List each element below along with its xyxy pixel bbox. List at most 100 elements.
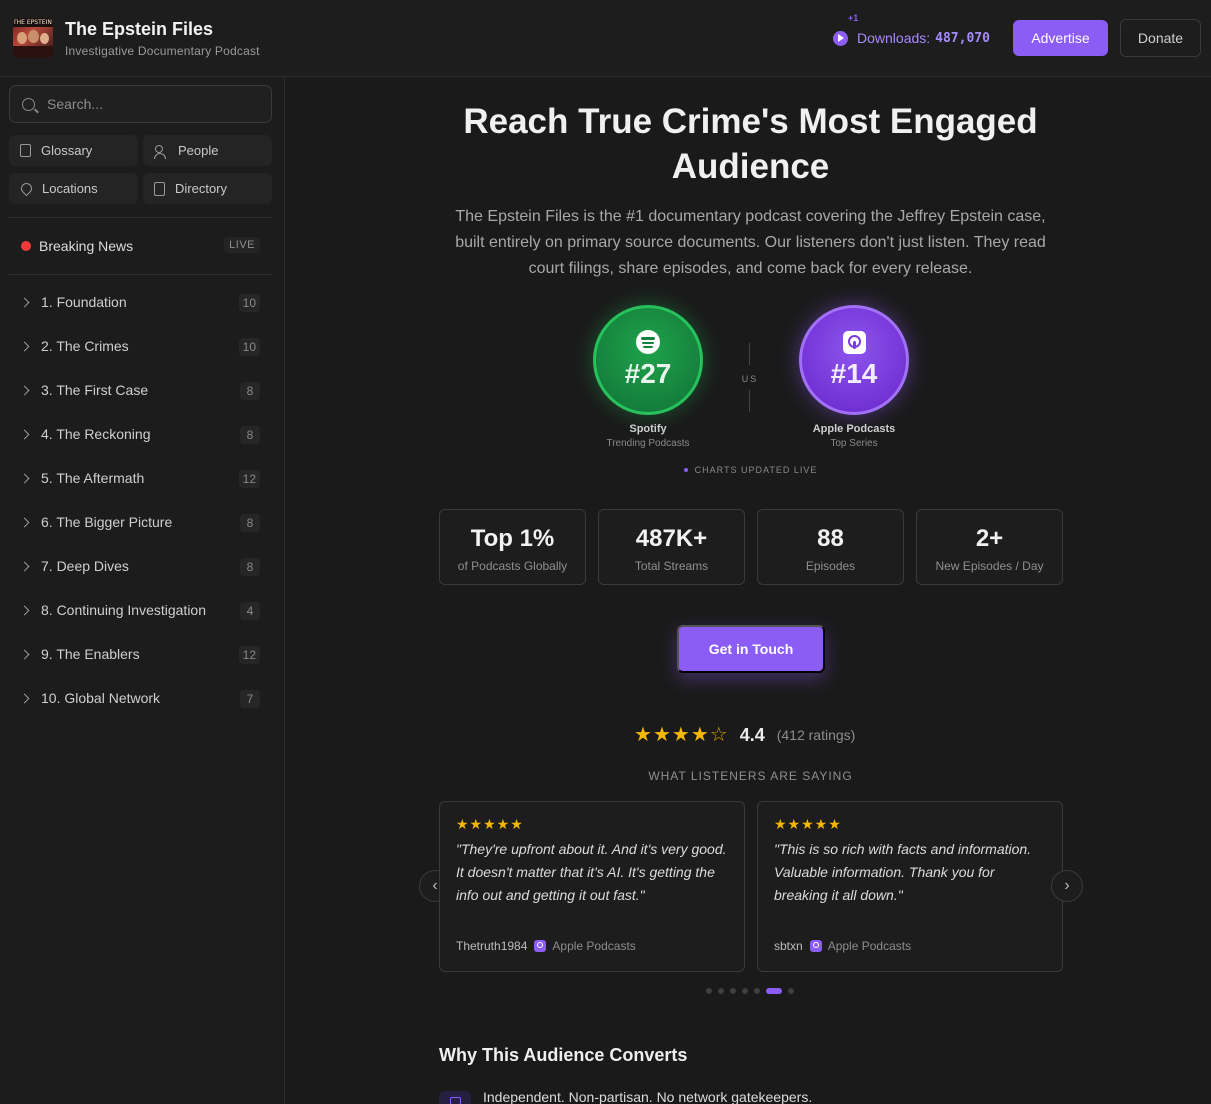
carousel-dot-active[interactable]	[766, 988, 782, 994]
sidebar-section-global-network[interactable]: 10. Global Network 7	[9, 682, 272, 714]
star-partial-icon: ☆	[709, 724, 728, 746]
carousel-dot[interactable]	[718, 988, 724, 994]
hero-title: Reach True Crime's Most Engaged Audience	[463, 102, 1038, 186]
sidebar-section-foundation[interactable]: 1. Foundation 10	[9, 286, 272, 318]
section-count: 8	[240, 514, 260, 532]
apple-category-label: Top Series	[830, 438, 878, 449]
review-quote: "This is so rich with facts and informat…	[774, 841, 1032, 903]
podcast-logo[interactable]: THE EPSTEIN FILES	[13, 18, 53, 58]
app-subtitle: Investigative Documentary Podcast	[65, 44, 260, 58]
play-icon	[833, 30, 848, 46]
chevron-right-icon	[19, 517, 30, 527]
stat-value: 2+	[975, 525, 1004, 552]
carousel-next-button[interactable]: ›	[1051, 870, 1083, 902]
rating-score: 4.4	[739, 724, 765, 745]
sidebar-section-continuing[interactable]: 8. Continuing Investigation 4	[9, 594, 272, 626]
star-filled-icon: ★	[690, 724, 709, 746]
review-card: ★★★★★ "This is so rich with facts and in…	[757, 801, 1063, 972]
section-label: 4. The Reckoning	[41, 426, 151, 442]
apple-podcasts-icon	[809, 940, 822, 952]
quick-link-directory[interactable]: Directory	[143, 173, 272, 204]
sidebar-section-enablers[interactable]: 9. The Enablers 12	[9, 638, 272, 670]
downloads-increment: +1	[848, 13, 859, 23]
carousel-dot[interactable]	[788, 988, 794, 994]
donate-button[interactable]: Donate	[1120, 19, 1201, 57]
chevron-right-icon	[19, 561, 30, 571]
shield-icon	[439, 1091, 471, 1104]
apple-platform-label: Apple Podcasts	[812, 423, 896, 435]
section-label: 6. The Bigger Picture	[41, 514, 173, 530]
search-input[interactable]	[47, 96, 247, 112]
chevron-right-icon	[19, 341, 30, 351]
quick-link-glossary[interactable]: Glossary	[9, 135, 138, 166]
map-pin-icon	[18, 180, 35, 197]
sidebar-section-reckoning[interactable]: 4. The Reckoning 8	[9, 418, 272, 450]
spotify-rank-badge: #27	[593, 305, 703, 415]
app-title[interactable]: The Epstein Files	[65, 19, 213, 40]
quick-link-label: People	[178, 143, 219, 158]
top-header: THE EPSTEIN FILES The Epstein Files Inve…	[0, 0, 1211, 77]
breaking-news-link[interactable]: Breaking News LIVE	[9, 230, 272, 262]
get-in-touch-button[interactable]: Get in Touch	[677, 625, 825, 673]
sidebar-section-aftermath[interactable]: 5. The Aftermath 12	[9, 462, 272, 494]
vs-divider	[749, 343, 750, 365]
review-author: Thetruth1984	[456, 939, 528, 953]
advertise-button[interactable]: Advertise	[1013, 20, 1108, 56]
section-count: 12	[238, 646, 260, 664]
sidebar-section-crimes[interactable]: 2. The Crimes 10	[9, 330, 272, 362]
main-content: Reach True Crime's Most Engaged Audience…	[285, 77, 1211, 1104]
quick-link-label: Directory	[175, 181, 228, 196]
chevron-right-icon	[19, 605, 30, 615]
spotify-icon	[636, 330, 660, 354]
document-icon	[154, 181, 165, 196]
live-badge: LIVE	[224, 237, 260, 253]
stat-card: Top 1% of Podcasts Globally	[439, 509, 586, 585]
review-card: ★★★★★ "They're upfront about it. And it'…	[439, 801, 745, 972]
sidebar-section-first-case[interactable]: 3. The First Case 8	[9, 374, 272, 406]
apple-rank-badge: #14	[799, 305, 909, 415]
carousel-pagination	[706, 988, 800, 994]
review-stars: ★★★★★	[774, 816, 842, 832]
section-count: 10	[238, 338, 260, 356]
stat-label: New Episodes / Day	[935, 559, 1044, 573]
carousel-dot[interactable]	[730, 988, 736, 994]
sidebar-divider	[9, 274, 272, 275]
reviews-heading: WHAT LISTENERS ARE SAYING	[648, 769, 853, 783]
why-heading: Why This Audience Converts	[439, 1045, 688, 1065]
why-item: Independent. Non-partisan. No network ga…	[439, 1087, 812, 1104]
quick-link-locations[interactable]: Locations	[9, 173, 138, 204]
search-box[interactable]	[9, 85, 272, 123]
sidebar-section-bigger-picture[interactable]: 6. The Bigger Picture 8	[9, 506, 272, 538]
carousel-dot[interactable]	[754, 988, 760, 994]
star-filled-icon: ★	[671, 724, 690, 746]
sidebar: Glossary People Locations Directory Brea…	[0, 77, 285, 1104]
chevron-right-icon	[19, 649, 30, 659]
section-label: 5. The Aftermath	[41, 470, 145, 486]
section-label: 1. Foundation	[41, 294, 127, 310]
section-count: 8	[240, 382, 260, 400]
carousel-dot[interactable]	[742, 988, 748, 994]
apple-rank: #14	[830, 358, 878, 389]
section-label: 8. Continuing Investigation	[41, 602, 206, 618]
section-count: 8	[240, 426, 260, 444]
charts-live-text: CHARTS UPDATED LIVE	[694, 465, 818, 475]
chevron-right-icon	[19, 385, 30, 395]
logo-text: THE EPSTEIN FILES	[13, 18, 53, 27]
carousel-dot[interactable]	[706, 988, 712, 994]
quick-link-people[interactable]: People	[143, 135, 272, 166]
review-author-row: Thetruth1984 Apple Podcasts	[456, 939, 636, 953]
stat-card: 88 Episodes	[757, 509, 904, 585]
search-icon	[22, 97, 35, 111]
chevron-right-icon	[19, 429, 30, 439]
section-count: 10	[238, 294, 260, 312]
apple-podcasts-icon	[843, 331, 866, 354]
spotify-platform-label: Spotify	[629, 423, 667, 435]
stat-value: 487K+	[635, 525, 708, 552]
review-stars: ★★★★★	[456, 816, 524, 832]
book-icon	[20, 144, 31, 157]
chevron-right-icon	[19, 473, 30, 483]
sidebar-section-deep-dives[interactable]: 7. Deep Dives 8	[9, 550, 272, 582]
review-source: Apple Podcasts	[827, 939, 912, 953]
people-icon	[154, 144, 168, 159]
stat-value: Top 1%	[470, 525, 555, 552]
